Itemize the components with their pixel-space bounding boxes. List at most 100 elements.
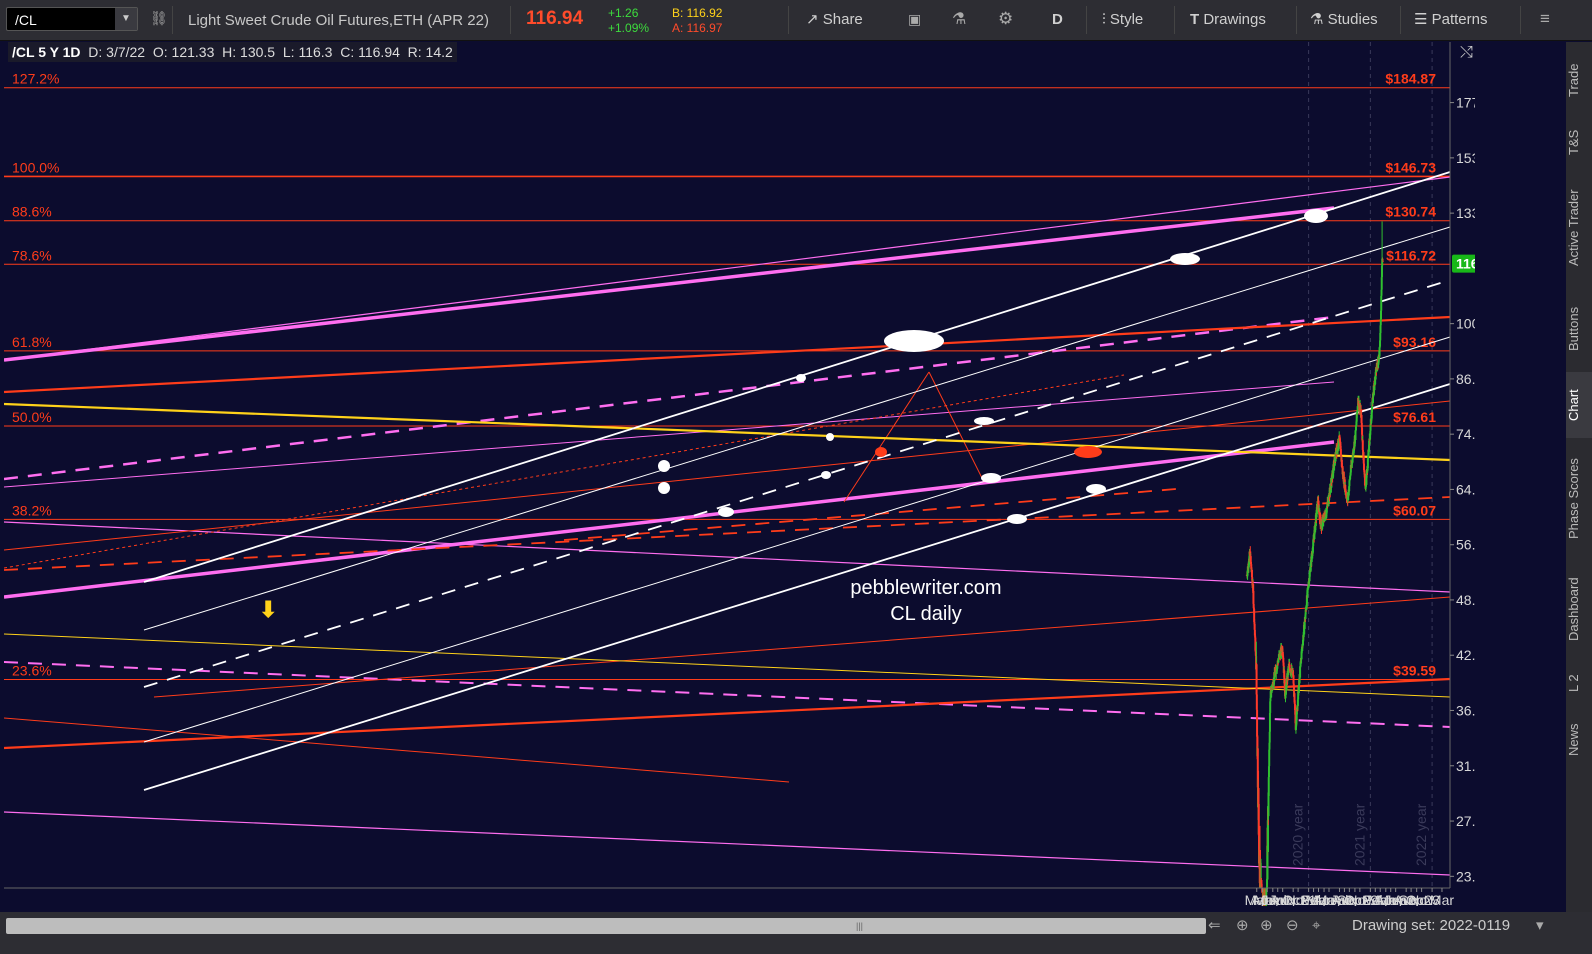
info-range: R: 14.2 bbox=[407, 44, 453, 60]
bid-price: B: 116.92 bbox=[672, 6, 723, 20]
time-scrollbar[interactable]: ||| bbox=[6, 918, 1206, 934]
candle-body bbox=[1296, 699, 1299, 706]
share-icon: ↗ bbox=[806, 11, 823, 28]
scroll-grip-icon[interactable]: ||| bbox=[856, 921, 863, 931]
candle-body bbox=[1253, 623, 1256, 630]
scroll-left-icon[interactable]: ⇐ bbox=[1208, 914, 1221, 938]
tab-chart[interactable]: Chart bbox=[1566, 372, 1592, 438]
chart-canvas: 2020 year 2021 year 2022 year 127.2% $184.8… bbox=[3, 42, 1510, 954]
target-ellipse bbox=[1304, 209, 1328, 223]
target-ellipse bbox=[974, 417, 994, 425]
toolbar-separator bbox=[1400, 6, 1401, 34]
target-ellipse bbox=[821, 471, 831, 479]
candle-body bbox=[1299, 666, 1302, 678]
info-open: O: 121.33 bbox=[152, 44, 215, 60]
fib-price-label: $116.72 bbox=[1386, 247, 1436, 263]
percent-change: +1.09% bbox=[608, 21, 650, 35]
expand-collapse-icon[interactable]: ⤭ bbox=[1460, 44, 1473, 62]
share-button[interactable]: ↗ Share bbox=[806, 0, 863, 40]
year-label: 2022 year bbox=[1413, 803, 1429, 866]
tab-level-2[interactable]: L 2 bbox=[1566, 666, 1592, 700]
y-tick-label: 23.71 bbox=[1456, 868, 1475, 884]
symbol-input[interactable]: /CL ▼ bbox=[6, 7, 138, 31]
candle-body bbox=[1360, 422, 1363, 428]
toolbar-separator bbox=[172, 6, 173, 34]
toolbar-separator bbox=[1296, 6, 1297, 34]
gear-icon[interactable]: ⚙ bbox=[998, 9, 1013, 29]
y-tick-label: 42.17 bbox=[1456, 647, 1475, 663]
fib-price-label: $184.87 bbox=[1385, 71, 1436, 87]
fib-price-label: $39.59 bbox=[1393, 662, 1436, 678]
target-ellipse-orange bbox=[875, 447, 887, 457]
target-ellipse bbox=[1007, 514, 1027, 524]
candle-body bbox=[1257, 803, 1260, 836]
tab-buttons[interactable]: Buttons bbox=[1566, 294, 1592, 364]
drawing-set-label[interactable]: Drawing set: 2022-0119 bbox=[1352, 914, 1510, 938]
toolbar-separator bbox=[1520, 6, 1521, 34]
chart-window-icon[interactable]: ▣ bbox=[908, 11, 921, 28]
fib-price-label: $60.07 bbox=[1393, 502, 1436, 518]
toolbar-separator bbox=[788, 6, 789, 34]
y-tick-label: 27.38 bbox=[1456, 813, 1475, 829]
studies-button[interactable]: ⚗ Studies bbox=[1310, 0, 1378, 40]
instrument-description: Light Sweet Crude Oil Futures,ETH (APR 2… bbox=[188, 12, 489, 29]
fib-percent-label: 61.8% bbox=[12, 334, 52, 350]
target-ellipse bbox=[1170, 253, 1200, 265]
y-axis-background bbox=[1451, 42, 1475, 906]
fib-percent-label: 23.6% bbox=[12, 662, 52, 678]
toolbar-separator bbox=[1086, 6, 1087, 34]
info-date: D: 3/7/22 bbox=[88, 44, 146, 60]
tab-trade[interactable]: Trade bbox=[1566, 52, 1592, 108]
reset-zoom-icon[interactable]: ⌖ bbox=[1312, 914, 1320, 938]
y-tick-label: 133.35 bbox=[1456, 205, 1475, 221]
fib-percent-label: 88.6% bbox=[12, 204, 52, 220]
orange-thin-upper bbox=[3, 400, 1451, 551]
patterns-button[interactable]: ☰ Patterns bbox=[1414, 0, 1488, 40]
flask-icon[interactable]: ⚗ bbox=[952, 9, 966, 29]
zoom-in-icon[interactable]: ⊕ bbox=[1260, 914, 1273, 938]
crosshair-icon[interactable]: ⊕ bbox=[1236, 914, 1249, 938]
chart-text: pebblewriter.com CL daily bbox=[850, 577, 1001, 625]
tab-news[interactable]: News bbox=[1566, 712, 1592, 768]
fib-percent-label: 78.6% bbox=[12, 247, 52, 263]
orange-lower-trend bbox=[3, 677, 1451, 750]
fib-percent-label: 100.0% bbox=[12, 159, 59, 175]
watermark-line-2: CL daily bbox=[890, 603, 962, 625]
style-button[interactable]: ⫶ Style bbox=[1102, 0, 1143, 40]
target-ellipse bbox=[658, 482, 670, 494]
fib-percent-label: 50.0% bbox=[12, 409, 52, 425]
fib-percent-label: 127.2% bbox=[12, 71, 59, 87]
tab-time-and-sales[interactable]: T&S bbox=[1566, 120, 1592, 164]
price-chart[interactable]: 2020 year 2021 year 2022 year 127.2% $184.8… bbox=[3, 42, 1510, 954]
link-icon[interactable]: ⛓ bbox=[150, 10, 168, 27]
ohlc-info-bar: /CL 5 Y 1D D: 3/7/22 O: 121.33 H: 130.5 … bbox=[8, 42, 457, 62]
tab-active-trader[interactable]: Active Trader bbox=[1566, 174, 1592, 282]
y-tick-label: 56.23 bbox=[1456, 537, 1475, 553]
orange-dotted bbox=[3, 374, 1125, 569]
symbol-dropdown-icon[interactable]: ▼ bbox=[115, 8, 137, 30]
interval-button[interactable]: D bbox=[1052, 0, 1063, 40]
white-thin-upper bbox=[143, 226, 1451, 631]
tab-phase-scores[interactable]: Phase Scores bbox=[1566, 446, 1592, 552]
y-tick-label: 48.7 bbox=[1456, 592, 1475, 608]
menu-icon[interactable]: ≡ bbox=[1540, 9, 1550, 29]
chart-settings-icon[interactable]: ▾ bbox=[1536, 914, 1544, 938]
candle-body bbox=[1293, 693, 1296, 701]
y-tick-label: 31.62 bbox=[1456, 758, 1475, 774]
ask-price: A: 116.97 bbox=[672, 21, 723, 35]
y-tick-label: 74.99 bbox=[1456, 426, 1475, 442]
magenta-low-dashed bbox=[3, 661, 1451, 728]
candle-body bbox=[1255, 664, 1258, 695]
info-high: H: 130.5 bbox=[222, 44, 276, 60]
candle-body bbox=[1268, 712, 1271, 732]
toolbar-separator bbox=[1174, 6, 1175, 34]
y-tick-label: 177.83 bbox=[1456, 95, 1475, 111]
tab-dashboard[interactable]: Dashboard bbox=[1566, 564, 1592, 654]
drawings-button[interactable]: T Drawings bbox=[1190, 0, 1266, 40]
candle-body bbox=[1267, 796, 1270, 817]
target-ellipse bbox=[796, 374, 806, 382]
fib-price-label: $130.74 bbox=[1385, 204, 1436, 220]
zoom-out-icon[interactable]: ⊖ bbox=[1286, 914, 1299, 938]
year-label: 2020 year bbox=[1290, 803, 1306, 866]
target-ellipse bbox=[658, 460, 670, 472]
